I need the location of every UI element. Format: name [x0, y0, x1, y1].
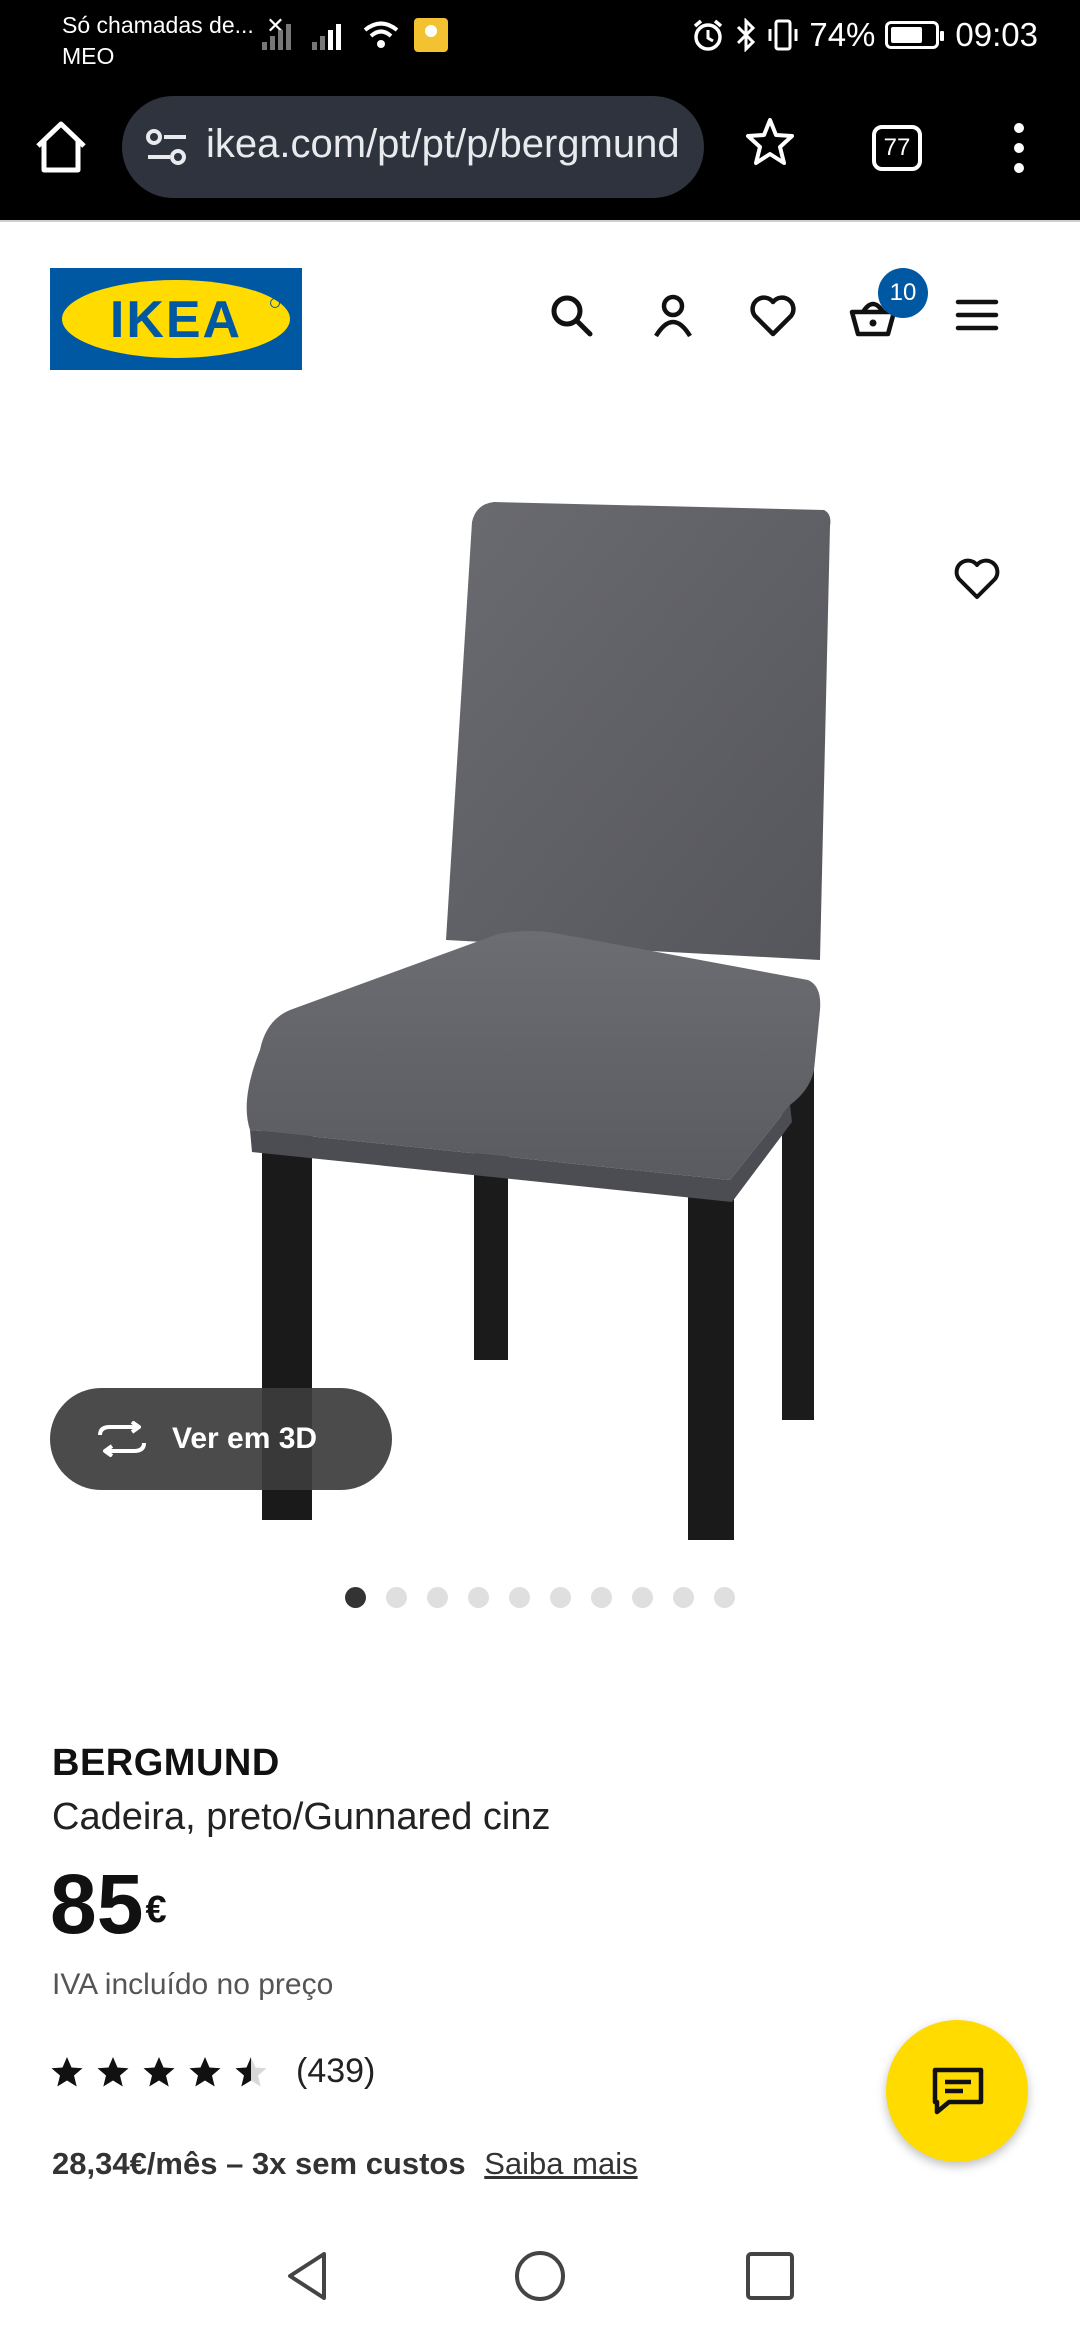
- product-name[interactable]: BERGMUND: [52, 1742, 280, 1785]
- network-icons: [262, 18, 448, 52]
- price-currency: €: [145, 1889, 167, 1931]
- view-in-3d-button[interactable]: Ver em 3D: [50, 1388, 392, 1490]
- carousel-dot[interactable]: [386, 1587, 407, 1608]
- battery-icon: [885, 21, 945, 49]
- carousel-dot[interactable]: [468, 1587, 489, 1608]
- add-to-favourites-heart-icon[interactable]: [952, 554, 1002, 604]
- wifi-icon: [363, 21, 399, 48]
- installment-text: 28,34€/mês – 3x sem custos: [52, 2146, 466, 2181]
- bookmark-star-icon[interactable]: [744, 116, 796, 168]
- address-bar[interactable]: ikea.com/pt/pt/p/bergmund: [122, 96, 704, 198]
- carousel-dot[interactable]: [550, 1587, 571, 1608]
- signal-icon: [262, 24, 291, 50]
- cart-count-badge[interactable]: 10: [878, 268, 928, 318]
- status-bar: Só chamadas de... ✕ MEO 74% 09:03: [0, 0, 1080, 80]
- carousel-dot[interactable]: [345, 1587, 366, 1608]
- back-triangle-icon[interactable]: [280, 2248, 336, 2304]
- carousel-dot[interactable]: [509, 1587, 530, 1608]
- carrier-info: Só chamadas de... ✕ MEO: [62, 10, 285, 71]
- carrier-line-1: Só chamadas de...: [62, 12, 254, 38]
- system-status: 74% 09:03: [691, 16, 1038, 54]
- browser-toolbar: ikea.com/pt/pt/p/bergmund 77: [0, 80, 1080, 220]
- star-full-icon: [143, 2056, 175, 2086]
- product-price: 85€: [50, 1862, 167, 1946]
- home-circle-icon[interactable]: [512, 2248, 568, 2304]
- star-full-icon: [189, 2056, 221, 2086]
- ikea-logo[interactable]: IKEA: [50, 268, 302, 370]
- signal-2-icon: [312, 24, 341, 50]
- app-notification-icon: [414, 18, 448, 52]
- vibrate-icon: [768, 19, 798, 51]
- battery-percent: 74%: [809, 16, 876, 53]
- vat-note: IVA incluído no preço: [52, 1968, 334, 2001]
- carousel-dot[interactable]: [673, 1587, 694, 1608]
- chat-button[interactable]: [886, 2020, 1028, 2162]
- recents-square-icon[interactable]: [742, 2248, 798, 2304]
- learn-more-link[interactable]: Saiba mais: [484, 2146, 637, 2181]
- registered-mark: [270, 298, 280, 308]
- system-navigation-bar: [0, 2210, 1080, 2340]
- tab-switcher-button[interactable]: 77: [872, 125, 922, 171]
- more-options-icon[interactable]: [1004, 120, 1034, 176]
- menu-hamburger-icon[interactable]: [952, 290, 1002, 340]
- chat-bubble-icon: [932, 2067, 984, 2115]
- favourites-heart-icon[interactable]: [748, 290, 798, 340]
- image-carousel-dots: [345, 1587, 735, 1608]
- search-icon[interactable]: [546, 290, 596, 340]
- logo-text: IKEA: [109, 291, 243, 349]
- star-full-icon: [97, 2056, 129, 2086]
- carrier-line-2: MEO: [62, 43, 115, 69]
- rating-stars[interactable]: (439): [50, 2052, 375, 2091]
- star-half-icon: [235, 2056, 267, 2086]
- carousel-dot[interactable]: [714, 1587, 735, 1608]
- bluetooth-icon: [737, 18, 756, 52]
- carousel-dot[interactable]: [591, 1587, 612, 1608]
- battery-level: [891, 27, 923, 43]
- price-amount: 85: [50, 1857, 144, 1951]
- site-settings-icon[interactable]: [144, 126, 190, 168]
- installment-info: 28,34€/mês – 3x sem custos Saiba mais: [52, 2146, 638, 2182]
- alarm-icon: [694, 19, 723, 51]
- account-icon[interactable]: [648, 290, 698, 340]
- toolbar-divider: [0, 220, 1080, 222]
- url-text[interactable]: ikea.com/pt/pt/p/bergmund: [206, 122, 680, 167]
- clock: 09:03: [955, 16, 1038, 53]
- star-full-icon: [51, 2056, 83, 2086]
- home-icon[interactable]: [30, 116, 92, 178]
- review-count[interactable]: (439): [296, 2052, 375, 2091]
- view-in-3d-label: Ver em 3D: [172, 1422, 318, 1455]
- product-description: Cadeira, preto/Gunnared cinz: [52, 1796, 551, 1838]
- carousel-dot[interactable]: [632, 1587, 653, 1608]
- rotate-3d-icon: [98, 1421, 146, 1457]
- product-image-chair[interactable]: [230, 490, 850, 1540]
- carousel-dot[interactable]: [427, 1587, 448, 1608]
